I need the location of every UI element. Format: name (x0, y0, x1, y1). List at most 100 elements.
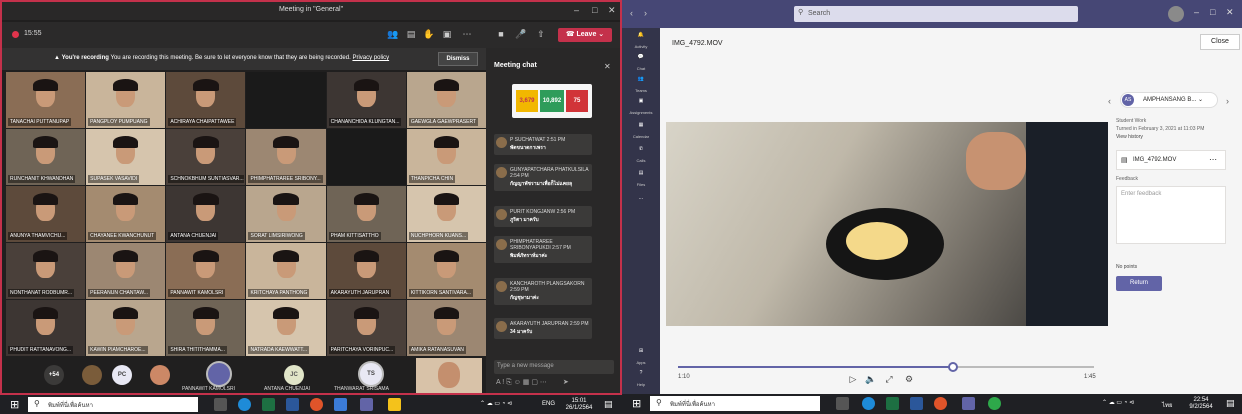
firefox-icon[interactable] (934, 397, 947, 410)
participant-tile[interactable] (326, 129, 406, 185)
activity-icon[interactable]: 🔔 (634, 32, 648, 44)
participant-tile[interactable]: ACHIRAYA CHAIPATTAWEE (166, 72, 246, 128)
participant-tile[interactable]: PANGPLOY PUMPUANG (86, 72, 166, 128)
tray-icons[interactable]: ⌃ ☁ ▭ ◔ ⊲ (480, 400, 512, 407)
teams-icon[interactable] (962, 397, 975, 410)
search-input[interactable]: Search (794, 6, 1078, 22)
help-icon[interactable]: ? (634, 370, 648, 382)
close-icon[interactable]: ✕ (1226, 7, 1234, 18)
app-icon[interactable] (334, 398, 347, 411)
return-button[interactable]: Return (1116, 276, 1162, 291)
participant-tile[interactable]: PANNAWIT KAMOLSRI (166, 243, 246, 299)
avatar[interactable] (150, 365, 170, 385)
participant-tile[interactable]: KRITCHAYA PANTHONG (246, 243, 326, 299)
profile-avatar[interactable] (1168, 6, 1184, 22)
word-icon[interactable] (910, 397, 923, 410)
microphone-icon[interactable]: 🎤 (514, 29, 528, 41)
fullscreen-icon[interactable]: ⤢ (882, 374, 896, 385)
video-player[interactable] (666, 122, 1108, 326)
close-button[interactable]: Close (1200, 34, 1240, 50)
feedback-input[interactable]: Enter feedback (1116, 186, 1226, 244)
language-indicator[interactable]: ไทย (1162, 400, 1173, 410)
emoji-icon[interactable]: ☺ (514, 379, 523, 386)
participant-tile[interactable]: PHAM KITTISATTHO (326, 186, 406, 242)
participant-tile[interactable]: PHUDIT RATTANAVONG... (6, 300, 86, 356)
settings-icon[interactable]: ⚙ (902, 374, 916, 385)
next-student-icon[interactable]: › (1226, 96, 1229, 106)
play-icon[interactable]: ▷ (846, 374, 860, 385)
view-history-link[interactable]: View history (1116, 134, 1143, 140)
leave-button[interactable]: ☎ Leave ⌄ (558, 28, 612, 42)
back-icon[interactable]: ‹ (630, 8, 633, 18)
participant-tile[interactable]: TANACHAI PUTTANUPAP (6, 72, 86, 128)
windows-start-icon[interactable]: ⊞ (632, 397, 641, 410)
file-explorer-icon[interactable] (388, 398, 401, 411)
participant-tile[interactable]: SUPASEK VASAVIDI (86, 129, 166, 185)
send-icon[interactable]: ➤ (563, 379, 569, 386)
dismiss-button[interactable]: Dismiss (438, 52, 478, 66)
files-icon[interactable]: ▤ (634, 170, 648, 182)
participant-tile[interactable]: SCHNOKBHUM SUNTIASVAR... (166, 129, 246, 185)
file-attachment[interactable]: ▤ IMG_4792.MOV ⋯ (1116, 150, 1226, 170)
notifications-icon[interactable]: ▤ (604, 399, 613, 410)
tray-icons[interactable]: ⌃ ☁ ▭ ◔ ⊲ (1102, 399, 1134, 406)
participant-tile[interactable]: KITTIKORN SANTIVARA... (406, 243, 486, 299)
edge-icon[interactable] (238, 398, 251, 411)
assignments-icon[interactable]: ▣ (634, 98, 648, 110)
prev-student-icon[interactable]: ‹ (1108, 96, 1111, 106)
avatar-jc[interactable]: JC (284, 365, 304, 385)
word-icon[interactable] (286, 398, 299, 411)
clock[interactable]: 15:01 26/1/2564 (560, 398, 598, 412)
maximize-icon[interactable]: □ (592, 5, 597, 15)
clock[interactable]: 22:54 9/2/2564 (1182, 397, 1220, 411)
participant-tile[interactable]: NATRADA KAEWWATT... (246, 300, 326, 356)
participant-tile[interactable]: AKARAYUTH JARUPRAN (326, 243, 406, 299)
calls-icon[interactable]: ✆ (634, 146, 648, 158)
participant-tile[interactable]: CHAYANEE KWANCHUNUT (86, 186, 166, 242)
excel-icon[interactable] (262, 398, 275, 411)
chat-close-icon[interactable]: ✕ (604, 62, 611, 71)
taskbar-search[interactable]: พิมพ์ที่นี่เพื่อค้นหา (28, 397, 198, 412)
camera-icon[interactable]: ■ (494, 29, 508, 41)
edge-icon[interactable] (862, 397, 875, 410)
windows-start-icon[interactable]: ⊞ (10, 398, 19, 411)
volume-icon[interactable]: 🔈 (864, 374, 878, 385)
more-options-icon[interactable]: ⋯ (1209, 155, 1217, 164)
participant-tile[interactable]: GAEWGLA GAEWPRASERT (406, 72, 486, 128)
maximize-icon[interactable]: □ (1210, 7, 1215, 17)
close-icon[interactable]: ✕ (608, 5, 616, 16)
raise-hand-icon[interactable]: ✋ (422, 29, 436, 41)
more-participants-badge[interactable]: +54 (44, 365, 64, 385)
participants-icon[interactable]: 👥 (386, 29, 400, 41)
firefox-icon[interactable] (310, 398, 323, 411)
participant-tile[interactable]: KAWIN PIAMCHAROE... (86, 300, 166, 356)
language-indicator[interactable]: ENG (542, 401, 555, 407)
new-message-input[interactable]: Type a new message (494, 360, 614, 374)
participant-tile[interactable]: AMIKA RATANASUVAN (406, 300, 486, 356)
participant-tile[interactable]: SORAT LIMSIRIWONG (246, 186, 326, 242)
task-view-icon[interactable] (836, 397, 849, 410)
format-icon[interactable]: A (496, 379, 500, 386)
notifications-icon[interactable]: ▤ (1226, 398, 1235, 409)
participant-tile[interactable]: PEERANUN CHANTAW... (86, 243, 166, 299)
more-icon[interactable]: ⋯ (540, 379, 547, 386)
avatar-speaking[interactable] (206, 361, 232, 387)
attach-icon[interactable]: ⎘ (506, 379, 514, 386)
participant-tile[interactable]: SHIRA THITITHAMMA... (166, 300, 246, 356)
participant-tile[interactable]: ANTANA CHUENJAI (166, 186, 246, 242)
seek-handle[interactable] (948, 362, 958, 372)
participant-tile[interactable]: PHIMPHATRAREE SRIBONY... (246, 129, 326, 185)
participant-tile[interactable] (246, 72, 326, 128)
participant-tile[interactable]: NONTHANAT RODBUMR... (6, 243, 86, 299)
chat-icon[interactable]: ▤ (404, 29, 418, 41)
rooms-icon[interactable]: ▣ (440, 29, 454, 41)
task-view-icon[interactable] (214, 398, 227, 411)
teams-icon[interactable] (360, 398, 373, 411)
share-screen-icon[interactable]: ⇧ (534, 29, 548, 41)
minimize-icon[interactable]: – (1194, 7, 1199, 17)
chat-icon[interactable]: 💬 (634, 54, 648, 66)
apps-icon[interactable]: ⊞ (634, 348, 648, 360)
excel-icon[interactable] (886, 397, 899, 410)
taskbar-search[interactable]: พิมพ์ที่นี่เพื่อค้นหา (650, 396, 820, 411)
teams-icon[interactable]: 👥 (634, 76, 648, 88)
